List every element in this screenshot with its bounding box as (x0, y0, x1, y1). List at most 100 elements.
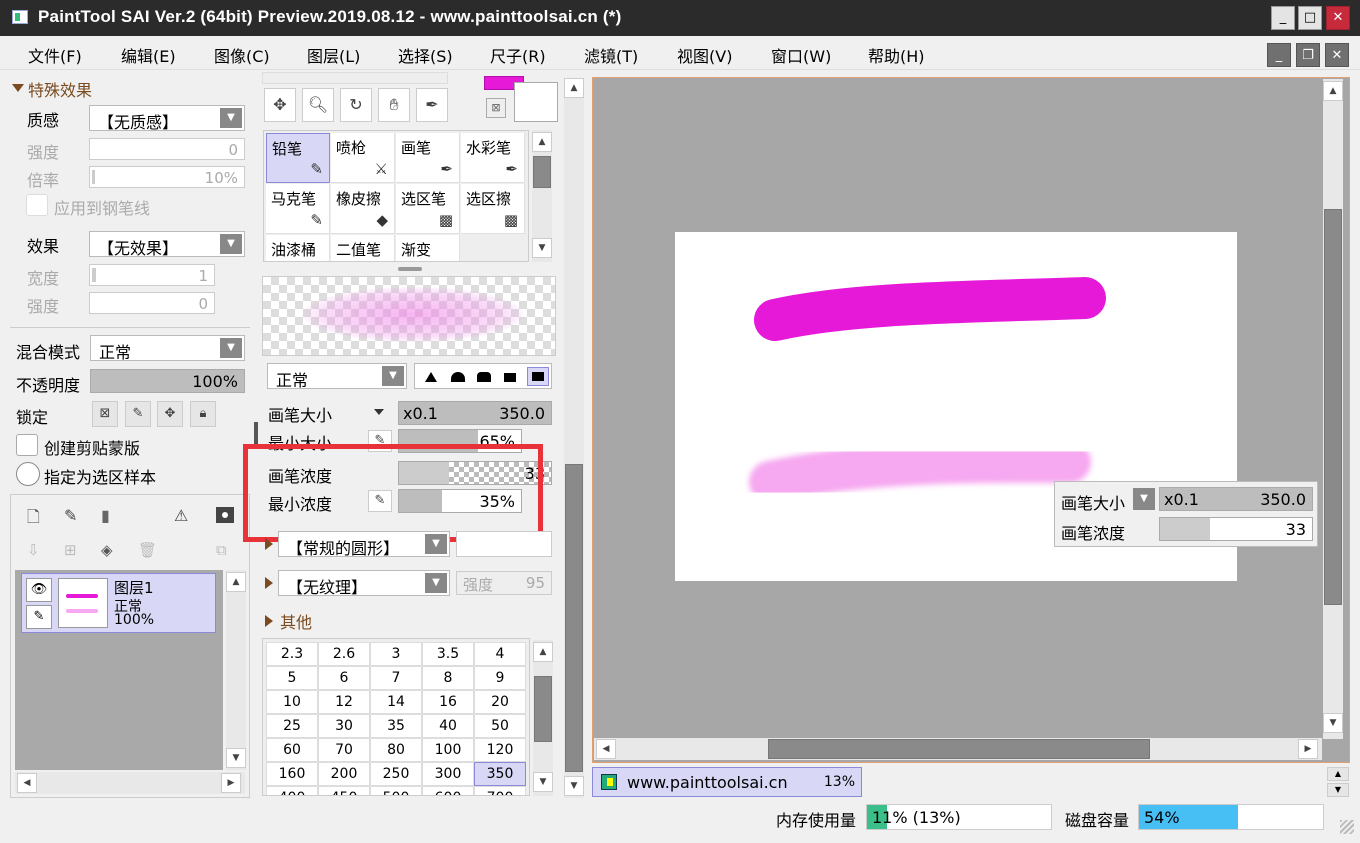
shape-expand-icon[interactable] (265, 538, 273, 550)
size-preset[interactable]: 80 (370, 738, 422, 762)
scroll-up-icon[interactable]: ▲ (533, 642, 553, 662)
scroll-up-icon[interactable]: ▲ (1323, 81, 1343, 101)
brush-texture-select[interactable]: 【无纹理】 ▼ (278, 570, 450, 597)
rotate-tool-icon[interactable]: ↻ (340, 88, 372, 122)
selection-sample-radio[interactable] (16, 462, 40, 486)
popup-size-dropdown[interactable]: ▼ (1133, 488, 1155, 510)
scroll-right-icon[interactable]: ▶ (221, 773, 241, 793)
tool-11[interactable]: 渐变 (396, 235, 460, 261)
menu-ruler[interactable]: 尺子(R) (490, 43, 546, 67)
tool-9[interactable]: 油漆桶 (266, 235, 330, 261)
delete-layer-icon[interactable]: 🗑︎ (138, 541, 157, 559)
brush-shape-select[interactable]: 【常规的圆形】 ▼ (278, 531, 450, 558)
size-preset[interactable]: 3.5 (422, 642, 474, 666)
scroll-left-icon[interactable]: ◀ (596, 739, 616, 759)
size-preset[interactable]: 100 (422, 738, 474, 762)
menu-window[interactable]: 窗口(W) (771, 43, 831, 67)
layer-effect-icon[interactable]: ⚠︎ (174, 506, 188, 525)
size-preset[interactable]: 500 (370, 786, 422, 795)
size-preset[interactable]: 5 (266, 666, 318, 690)
tab-scroll-down[interactable]: ▼ (1327, 783, 1349, 797)
size-preset[interactable]: 16 (422, 690, 474, 714)
mdi-restore-button[interactable]: ❐ (1296, 43, 1320, 67)
size-preset[interactable]: 400 (266, 786, 318, 795)
lock-paint-icon[interactable]: ✎ (125, 401, 151, 427)
tool-4[interactable]: 水彩笔 ✒ (461, 133, 525, 183)
minimize-button[interactable]: _ (1271, 6, 1295, 30)
lock-transparency-icon[interactable]: ⊠ (92, 401, 118, 427)
size-preset[interactable]: 700 (474, 786, 526, 795)
resize-grip-icon[interactable] (1340, 820, 1354, 834)
size-preset[interactable]: 10 (266, 690, 318, 714)
document-tab[interactable]: www.painttoolsai.cn 13% (592, 767, 862, 797)
canvas-vscrollbar[interactable]: ▲ ▼ (1323, 79, 1343, 739)
menu-help[interactable]: 帮助(H) (868, 43, 925, 67)
eyedropper-tool-icon[interactable]: ✒ (416, 88, 448, 122)
scroll-thumb[interactable] (565, 464, 583, 772)
scroll-right-icon[interactable]: ▶ (1298, 739, 1318, 759)
menu-image[interactable]: 图像(C) (214, 43, 270, 67)
mdi-minimize-button[interactable]: _ (1267, 43, 1291, 67)
scroll-down-icon[interactable]: ▼ (533, 772, 553, 792)
move-tool-icon[interactable]: ✥ (264, 88, 296, 122)
size-preset[interactable]: 14 (370, 690, 422, 714)
effect-select[interactable]: 【无效果】 ▼ (89, 231, 245, 258)
zoom-tool-icon[interactable]: 🔍︎ (302, 88, 334, 122)
brush-mode-select[interactable]: 正常 ▼ (267, 363, 407, 390)
brush-size-slider[interactable]: x0.1 350.0 (398, 401, 552, 425)
tool-1[interactable]: 铅笔 ✎ (266, 133, 330, 183)
grid-resize-handle[interactable] (398, 267, 422, 271)
tab-scroll-up[interactable]: ▲ (1327, 767, 1349, 781)
size-preset[interactable]: 6 (318, 666, 370, 690)
tool-7[interactable]: 选区笔 ▩ (396, 184, 460, 234)
other-expand-icon[interactable] (265, 615, 273, 627)
menu-layer[interactable]: 图层(L) (307, 43, 360, 67)
scroll-up-icon[interactable]: ▲ (532, 132, 552, 152)
size-preset[interactable]: 60 (266, 738, 318, 762)
tool-6[interactable]: 橡皮擦 ◆ (331, 184, 395, 234)
menu-file[interactable]: 文件(F) (28, 43, 82, 67)
size-preset[interactable]: 200 (318, 762, 370, 786)
brush-edge-selector[interactable] (414, 363, 552, 389)
eye-icon[interactable]: 👁︎ (26, 578, 52, 602)
menu-filter[interactable]: 滤镜(T) (584, 43, 638, 67)
effects-collapse-icon[interactable] (12, 84, 24, 92)
scroll-down-icon[interactable]: ▼ (532, 238, 552, 258)
scroll-thumb[interactable] (534, 676, 552, 742)
scroll-down-icon[interactable]: ▼ (564, 776, 584, 796)
layer-row[interactable]: 👁︎ ✎ 图层1 正常 100% (21, 573, 216, 633)
maximize-button[interactable]: □ (1298, 6, 1322, 30)
scroll-thumb[interactable] (768, 739, 1150, 759)
edge-medium-icon[interactable] (451, 372, 465, 382)
size-preset[interactable]: 12 (318, 690, 370, 714)
blend-mode-select[interactable]: 正常 ▼ (90, 335, 245, 362)
merge-down-icon[interactable]: ⇩ (27, 541, 40, 559)
size-preset[interactable]: 40 (422, 714, 474, 738)
scroll-left-icon[interactable]: ◀ (17, 773, 37, 793)
new-layer-icon[interactable]: 🗋︎ (27, 506, 40, 533)
tool-8[interactable]: 选区擦 ▩ (461, 184, 525, 234)
size-preset[interactable]: 4 (474, 642, 526, 666)
edge-hard-icon[interactable] (425, 372, 437, 382)
layer-options-icon[interactable]: ⧉ (216, 541, 227, 559)
size-preset[interactable]: 7 (370, 666, 422, 690)
menu-edit[interactable]: 编辑(E) (121, 43, 176, 67)
size-dropdown-icon[interactable] (374, 409, 384, 415)
size-preset[interactable]: 120 (474, 738, 526, 762)
new-folder-icon[interactable]: ▮ (101, 506, 110, 525)
size-preset[interactable]: 70 (318, 738, 370, 762)
edge-flat-icon[interactable] (504, 373, 516, 382)
size-presets-scrollbar[interactable]: ▲ ▼ (533, 640, 553, 796)
size-preset[interactable]: 9 (474, 666, 526, 690)
scroll-down-icon[interactable]: ▼ (226, 748, 246, 768)
tool-10[interactable]: 二值笔 (331, 235, 395, 261)
secondary-color-swatch[interactable] (514, 82, 558, 122)
menu-view[interactable]: 视图(V) (677, 43, 732, 67)
size-preset[interactable]: 30 (318, 714, 370, 738)
size-preset[interactable]: 35 (370, 714, 422, 738)
edge-soft-icon[interactable] (477, 372, 491, 382)
texture-select[interactable]: 【无质感】 ▼ (89, 105, 245, 132)
popup-size-slider[interactable]: x0.1 350.0 (1159, 487, 1313, 511)
scroll-thumb[interactable] (1324, 209, 1342, 605)
texture-expand-icon[interactable] (265, 577, 273, 589)
